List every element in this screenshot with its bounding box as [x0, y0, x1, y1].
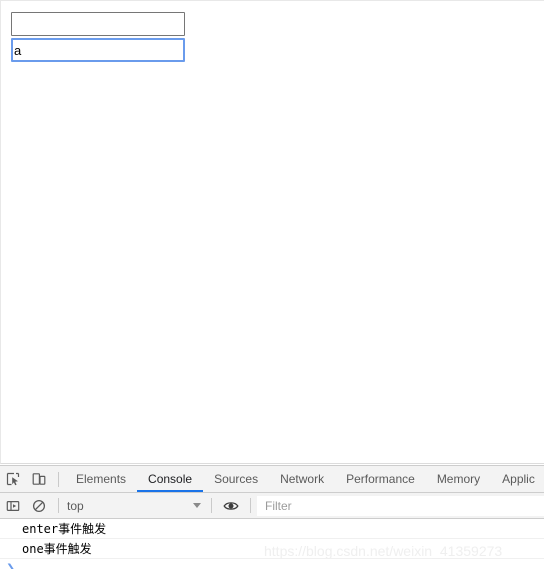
live-expression-button[interactable]: [218, 493, 244, 519]
tab-application[interactable]: Applic: [491, 466, 544, 492]
console-prompt-arrow-icon: ❯: [6, 561, 16, 570]
console-toolbar-divider-2: [211, 498, 212, 513]
console-output: enter事件触发 one事件触发 ❯: [0, 519, 544, 569]
page-viewport: [0, 0, 544, 464]
toolbar-divider: [58, 471, 59, 487]
inspect-element-icon: [6, 472, 20, 486]
devtools-tabbar: Elements Console Sources Network Perform…: [0, 466, 544, 493]
tab-elements[interactable]: Elements: [65, 466, 137, 492]
console-toolbar-divider-1: [58, 498, 59, 513]
console-sidebar-icon: [6, 500, 20, 511]
console-sidebar-button[interactable]: [0, 493, 26, 519]
first-input[interactable]: [11, 12, 185, 36]
console-filter-input[interactable]: Filter: [257, 495, 544, 516]
second-input[interactable]: [11, 38, 185, 62]
clear-console-icon: [32, 499, 46, 512]
input-form-area: [1, 1, 544, 62]
tab-performance[interactable]: Performance: [335, 466, 426, 492]
inspect-element-button[interactable]: [0, 466, 26, 492]
console-message[interactable]: enter事件触发: [0, 519, 544, 539]
tab-network[interactable]: Network: [269, 466, 335, 492]
tab-sources[interactable]: Sources: [203, 466, 269, 492]
devtools-panel: Elements Console Sources Network Perform…: [0, 465, 544, 570]
tab-memory[interactable]: Memory: [426, 466, 491, 492]
console-toolbar-divider-3: [250, 498, 251, 513]
device-toolbar-icon: [32, 473, 46, 485]
console-toolbar: top Filter: [0, 493, 544, 519]
clear-console-button[interactable]: [26, 493, 52, 519]
console-message[interactable]: one事件触发: [0, 539, 544, 559]
live-expression-icon: [223, 501, 239, 510]
execution-context-label: top: [67, 498, 84, 513]
tab-console[interactable]: Console: [137, 466, 204, 492]
execution-context-select[interactable]: top: [65, 496, 205, 516]
console-prompt-row[interactable]: ❯: [0, 559, 544, 570]
chevron-down-icon: [193, 503, 201, 508]
device-toolbar-button[interactable]: [26, 466, 52, 492]
console-filter-placeholder: Filter: [265, 498, 292, 513]
